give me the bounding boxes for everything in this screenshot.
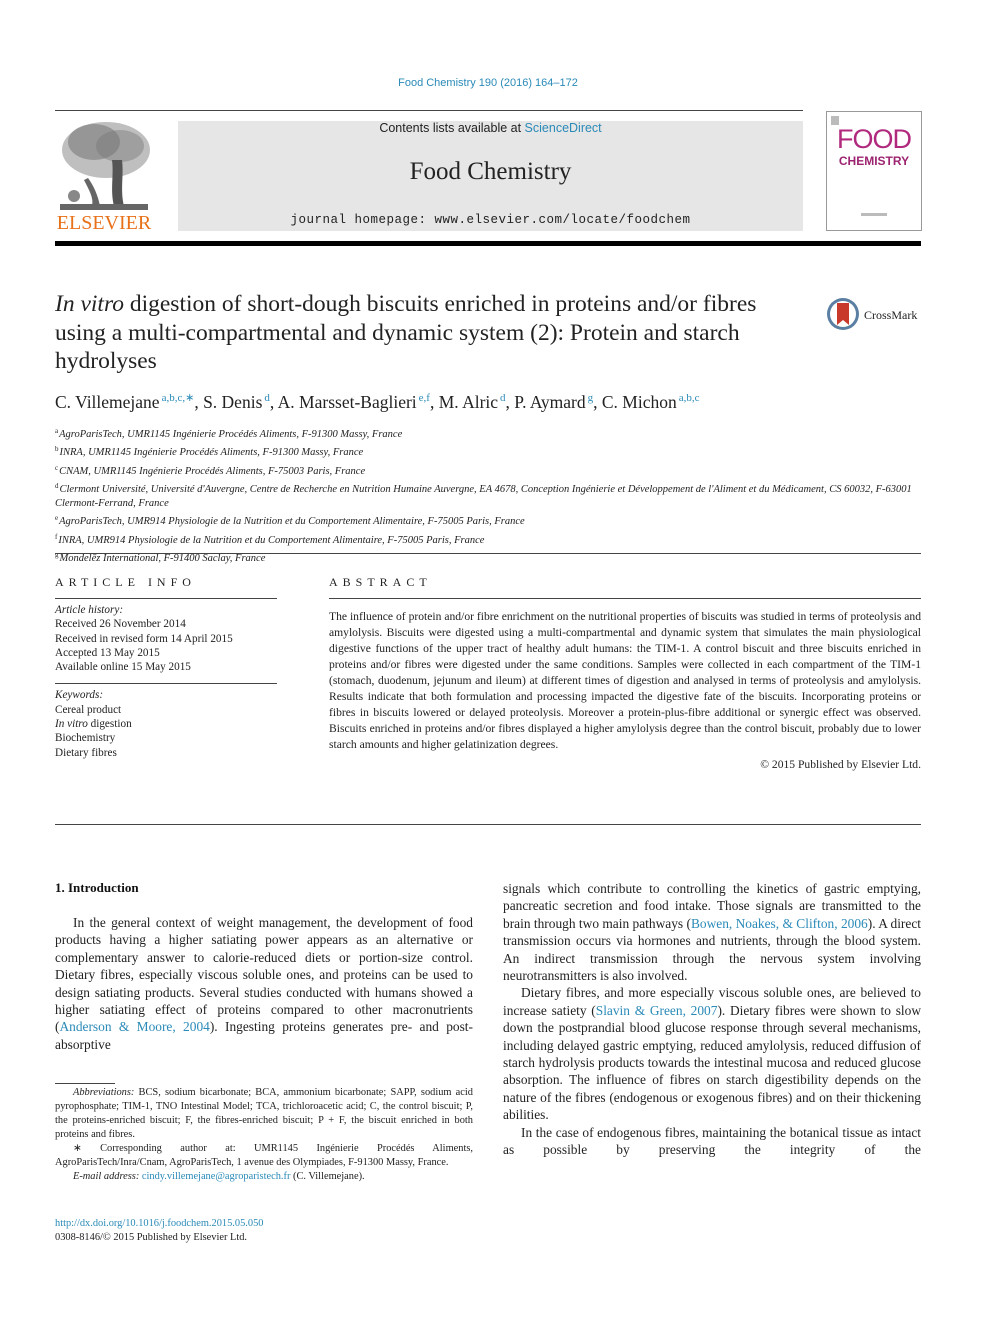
- doi-block: http://dx.doi.org/10.1016/j.foodchem.201…: [55, 1217, 263, 1245]
- affiliation: bINRA, UMR1145 Ingénierie Procédés Alime…: [55, 445, 364, 459]
- history-item: Received in revised form 14 April 2015: [55, 632, 233, 645]
- author[interactable]: C. Michon a,b,c: [602, 392, 700, 412]
- contents-prefix: Contents lists available at: [379, 121, 525, 135]
- abstract-text: The influence of protein and/or fibre en…: [329, 610, 921, 751]
- journal-cover-thumbnail[interactable]: FOOD CHEMISTRY: [826, 111, 922, 231]
- body-paragraph: In the general context of weight managem…: [55, 915, 473, 1052]
- article-history-label: Article history:: [55, 604, 124, 616]
- email-footnote: E-mail address: cindy.villemejane@agropa…: [73, 1171, 365, 1182]
- reference-link[interactable]: Slavin & Green, 2007: [596, 1003, 718, 1018]
- reference-link[interactable]: Anderson & Moore, 2004: [59, 1019, 209, 1034]
- header-thick-rule: [55, 241, 921, 246]
- affiliation-list: aAgroParisTech, UMR1145 Ingénierie Procé…: [55, 424, 915, 566]
- reference-link[interactable]: Bowen, Noakes, & Clifton, 2006: [691, 916, 868, 931]
- author[interactable]: A. Marsset-Baglieri e,f: [278, 392, 430, 412]
- journal-homepage[interactable]: journal homepage: www.elsevier.com/locat…: [178, 213, 803, 227]
- section-heading-introduction: 1. Introduction: [55, 880, 139, 895]
- keywords-label: Keywords:: [55, 689, 104, 702]
- author[interactable]: S. Denis d: [203, 392, 270, 412]
- article-info-heading: ARTICLE INFO: [55, 575, 196, 589]
- sciencedirect-link[interactable]: ScienceDirect: [525, 121, 602, 135]
- crossmark-icon: [827, 298, 859, 330]
- issn-copyright: 0308-8146/© 2015 Published by Elsevier L…: [55, 1232, 248, 1243]
- history-item: Received 26 November 2014: [55, 618, 186, 631]
- author-affiliation-marks[interactable]: a,b,c,∗: [162, 392, 195, 404]
- footnote-rule: [55, 1083, 115, 1084]
- affiliation: gMondelēz International, F-91400 Saclay,…: [55, 551, 266, 565]
- elsevier-logo[interactable]: ELSEVIER: [54, 120, 154, 235]
- footnotes: Abbreviations: BCS, sodium bicarbonate; …: [55, 1086, 473, 1184]
- cover-footer-mark: [861, 213, 887, 216]
- contents-line: Contents lists available at ScienceDirec…: [178, 121, 803, 135]
- crossmark-badge[interactable]: CrossMark: [826, 297, 926, 333]
- affiliation: aAgroParisTech, UMR1145 Ingénierie Procé…: [55, 427, 403, 440]
- article-title: In vitro digestion of short-dough biscui…: [55, 290, 795, 376]
- cover-title-food: FOOD: [837, 124, 912, 154]
- author-list: C. Villemejane a,b,c,∗, S. Denis d, A. Mar…: [55, 392, 700, 412]
- abbreviations-footnote: Abbreviations: BCS, sodium bicarbonate; …: [55, 1087, 473, 1140]
- abstract-rule: [329, 598, 921, 599]
- article-info-rule: [55, 598, 277, 599]
- abstract-heading: ABSTRACT: [329, 575, 432, 589]
- keywords: Keywords: Cereal product In vitro digest…: [55, 688, 277, 759]
- body-column-left: 1. Introduction In the general context o…: [55, 880, 473, 1053]
- keyword[interactable]: Biochemistry: [55, 731, 277, 745]
- author-affiliation-marks[interactable]: e,f: [419, 392, 430, 404]
- abstract-copyright: © 2015 Published by Elsevier Ltd.: [760, 758, 921, 771]
- keyword[interactable]: Dietary fibres: [55, 746, 277, 760]
- corresponding-author-footnote: ∗ Corresponding author at: UMR1145 Ingén…: [55, 1143, 473, 1168]
- body-paragraph: signals which contribute to controlling …: [503, 881, 921, 984]
- header-rule: [55, 110, 803, 111]
- keyword[interactable]: Cereal product: [55, 703, 277, 717]
- author-affiliation-marks[interactable]: a,b,c: [679, 392, 700, 404]
- journal-banner: Contents lists available at ScienceDirec…: [178, 121, 803, 231]
- keyword[interactable]: In vitro digestion: [55, 717, 277, 731]
- email-link[interactable]: cindy.villemejane@agroparistech.fr: [142, 1171, 291, 1182]
- crossmark-label: CrossMark: [864, 308, 918, 322]
- history-item: Available online 15 May 2015: [55, 661, 191, 674]
- affiliation: dClermont Université, Université d'Auver…: [55, 481, 912, 510]
- abstract-panel: ABSTRACT The influence of protein and/or…: [329, 575, 921, 771]
- elsevier-tree-icon: [54, 120, 154, 212]
- author[interactable]: C. Villemejane a,b,c,∗: [55, 392, 194, 412]
- section-rule: [55, 553, 921, 554]
- journal-citation[interactable]: Food Chemistry 190 (2016) 164–172: [0, 77, 976, 89]
- author[interactable]: P. Aymard g: [514, 392, 593, 412]
- cover-title-chemistry: CHEMISTRY: [838, 154, 910, 168]
- title-rest: digestion of short-dough biscuits enrich…: [55, 291, 757, 374]
- keywords-rule: [55, 683, 277, 685]
- history-item: Accepted 13 May 2015: [55, 646, 160, 659]
- author[interactable]: M. Alric d: [439, 392, 506, 412]
- elsevier-wordmark: ELSEVIER: [56, 212, 152, 234]
- body-paragraph: In the case of endogenous fibres, mainta…: [503, 1124, 921, 1158]
- doi-link[interactable]: http://dx.doi.org/10.1016/j.foodchem.201…: [55, 1218, 263, 1229]
- journal-name: Food Chemistry: [409, 158, 572, 185]
- article-info-panel: ARTICLE INFO Article history: Received 2…: [55, 575, 277, 760]
- affiliation: cCNAM, UMR1145 Ingénierie Procédés Alime…: [55, 463, 366, 477]
- body-column-right: signals which contribute to controlling …: [503, 880, 921, 1159]
- body-paragraph: Dietary fibres, and more especially visc…: [503, 985, 921, 1123]
- affiliation: eAgroParisTech, UMR914 Physiologie de la…: [55, 514, 525, 528]
- abstract-bottom-rule: [55, 824, 921, 825]
- article-history: Article history: Received 26 November 20…: [55, 603, 277, 674]
- title-italic: In vitro: [55, 291, 124, 317]
- affiliation: fINRA, UMR914 Physiologie de la Nutritio…: [55, 532, 485, 546]
